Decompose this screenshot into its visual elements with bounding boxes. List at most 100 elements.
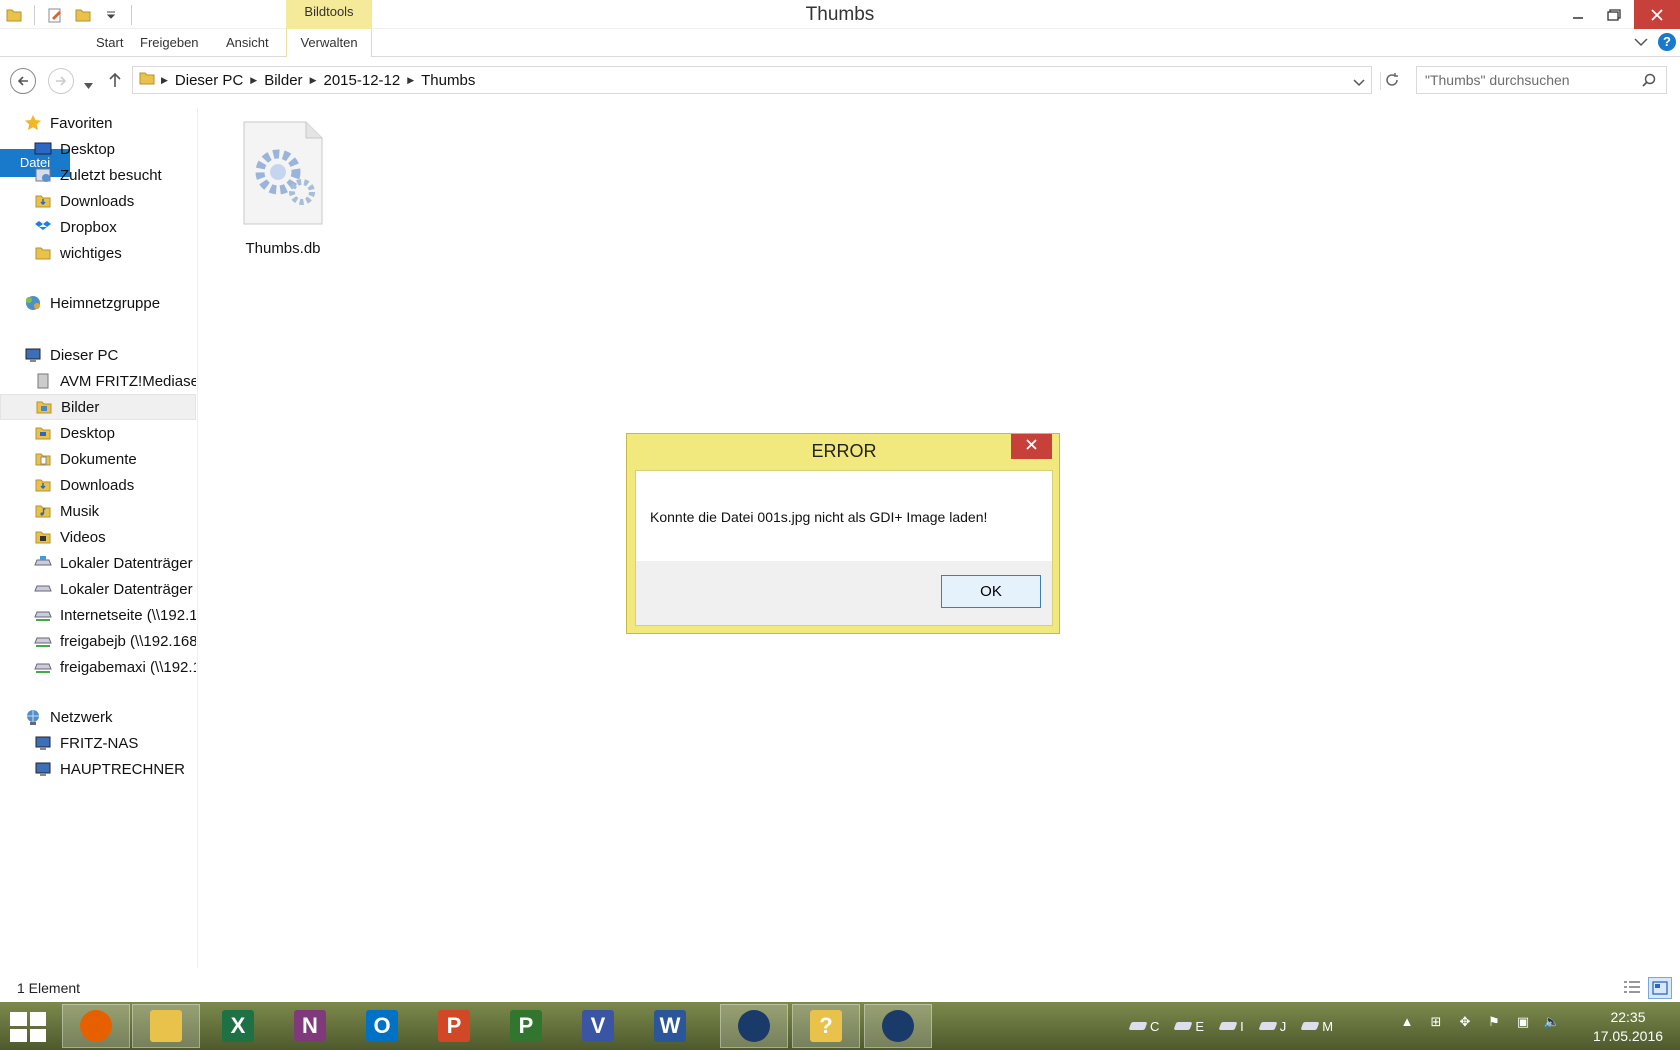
drive-e[interactable]: E [1173,1019,1204,1034]
sidebar-item-desktop[interactable]: Desktop [0,136,196,162]
sidebar-item-netzwerk[interactable]: Netzwerk [0,704,196,730]
sidebar-item-heimnetzgruppe[interactable]: Heimnetzgruppe [0,290,196,316]
sidebar-item-internetseite[interactable]: Internetseite (\\192.168 [0,602,196,628]
app2-icon [882,1010,914,1042]
address-dropdown-icon[interactable] [1353,74,1365,91]
address-bar[interactable]: ▶ Dieser PC ▶ Bilder ▶ 2015-12-12 ▶ Thum… [132,66,1372,94]
large-icons-view-icon[interactable] [1648,977,1672,999]
sidebar-item-freigabejb[interactable]: freigabejb (\\192.168 [0,628,196,654]
new-folder-icon[interactable] [73,5,93,25]
expand-ribbon-icon[interactable] [1634,34,1648,51]
details-view-icon[interactable] [1622,979,1642,1001]
visio-icon: V [582,1010,614,1042]
sidebar-item-musik[interactable]: Musik [0,498,196,524]
up-arrow-icon[interactable] [108,72,122,92]
network-status-icon[interactable]: ▣ [1514,1014,1532,1032]
sidebar-item-downloads-pc[interactable]: Downloads [0,472,196,498]
taskbar-app-project[interactable]: P [492,1004,560,1048]
breadcrumb-separator-icon[interactable]: ▶ [310,75,317,86]
tab-freigeben[interactable]: Freigeben [126,29,213,57]
music-folder-icon [34,502,52,520]
taskbar-app-explorer[interactable] [132,1004,200,1048]
refresh-icon[interactable] [1380,72,1402,90]
sidebar-item-label: Dieser PC [50,346,119,364]
search-icon[interactable] [1642,73,1656,91]
volume-icon[interactable]: 🔈 [1543,1014,1561,1032]
maximize-button[interactable] [1596,0,1632,29]
sidebar-item-fritz-nas[interactable]: FRITZ-NAS [0,730,196,756]
sidebar-item-desktop-pc[interactable]: Desktop [0,420,196,446]
breadcrumb-bilder[interactable]: Bilder [257,72,309,89]
action-center-flag-icon[interactable]: ⚑ [1485,1014,1503,1032]
breadcrumb-separator-icon[interactable]: ▶ [407,75,414,86]
clock[interactable]: 22:35 17.05.2016 [1580,1008,1676,1046]
recent-locations-icon[interactable] [84,76,93,93]
sidebar-item-lokaler-datentraeger-c[interactable]: Lokaler Datenträger [0,550,196,576]
sidebar-item-dieser-pc[interactable]: Dieser PC [0,342,196,368]
taskbar-app-app2[interactable] [864,1004,932,1048]
customize-dropdown-icon[interactable] [101,5,121,25]
folder-icon [139,70,155,90]
minimize-button[interactable] [1560,0,1596,29]
taskbar-app-app1[interactable] [720,1004,788,1048]
drive-m[interactable]: M [1300,1019,1333,1034]
network-drive-icon [34,658,52,676]
sidebar-item-label: Bilder [61,398,100,416]
breadcrumb-date[interactable]: 2015-12-12 [316,72,407,89]
dialog-close-button[interactable] [1011,434,1052,459]
forward-button[interactable] [48,68,74,94]
tab-ansicht[interactable]: Ansicht [212,29,283,57]
sidebar-item-dokumente[interactable]: Dokumente [0,446,196,472]
taskbar-app-powerpoint[interactable]: P [420,1004,488,1048]
dropbox-tray-icon[interactable]: ✥ [1456,1014,1474,1032]
folder-icon[interactable] [4,5,24,25]
breadcrumb-separator-icon[interactable]: ▶ [250,75,257,86]
taskbar-app-onenote[interactable]: N [276,1004,344,1048]
start-button[interactable] [10,1012,46,1042]
sidebar-item-wichtiges[interactable]: wichtiges [0,240,196,266]
breadcrumb-separator-icon[interactable]: ▶ [161,75,168,86]
sidebar-item-lokaler-datentraeger-e[interactable]: Lokaler Datenträger [0,576,196,602]
taskbar-app-visio[interactable]: V [564,1004,632,1048]
sidebar-item-dropbox[interactable]: Dropbox [0,214,196,240]
sidebar-item-freigabemaxi[interactable]: freigabemaxi (\\192.168 [0,654,196,680]
homegroup-icon [24,294,42,312]
breadcrumb-thumbs[interactable]: Thumbs [414,72,482,89]
taskbar-app-firefox[interactable] [62,1004,130,1048]
ok-button[interactable]: OK [941,575,1041,608]
desktop-folder-icon [34,424,52,442]
clock-time: 22:35 [1610,1009,1646,1025]
recent-places-icon [34,166,52,184]
breadcrumb-dieser-pc[interactable]: Dieser PC [168,72,250,89]
clock-date: 17.05.2016 [1592,1028,1664,1044]
close-button[interactable] [1634,0,1680,29]
taskbar-app-word[interactable]: W [636,1004,704,1048]
sidebar-item-label: Videos [60,528,106,546]
properties-icon[interactable] [45,5,65,25]
sidebar-item-downloads[interactable]: Downloads [0,188,196,214]
item-count: 1 Element [17,980,81,996]
sidebar-item-hauptrechner[interactable]: HAUPTRECHNER [0,756,196,782]
drive-j[interactable]: J [1258,1019,1286,1034]
tab-verwalten[interactable]: Verwalten [286,29,372,57]
sidebar-item-bilder[interactable]: Bilder [0,394,196,420]
drive-letter: I [1240,1018,1244,1034]
drive-i[interactable]: I [1218,1018,1244,1034]
folder-icon [34,244,52,262]
sidebar-item-videos[interactable]: Videos [0,524,196,550]
taskbar-app-outlook[interactable]: O [348,1004,416,1048]
taskbar-app-excel[interactable]: X [204,1004,272,1048]
taskbar-app-help[interactable]: ? [792,1004,860,1048]
back-button[interactable] [10,68,36,94]
sidebar-item-label: Downloads [60,192,135,210]
sidebar-item-favoriten[interactable]: Favoriten [0,110,196,136]
sidebar-item-avm-fritz[interactable]: AVM FRITZ!Mediaserver [0,368,196,394]
explorer-icon [150,1010,182,1042]
search-input[interactable]: "Thumbs" durchsuchen [1416,66,1667,94]
sidebar-item-zuletzt-besucht[interactable]: Zuletzt besucht [0,162,196,188]
drive-c[interactable]: C [1128,1019,1159,1034]
show-hidden-icons-icon[interactable]: ▲ [1398,1014,1416,1032]
help-icon[interactable]: ? [1658,33,1676,51]
windows-tray-icon[interactable]: ⊞ [1427,1014,1445,1032]
file-item[interactable]: Thumbs.db [240,120,326,257]
